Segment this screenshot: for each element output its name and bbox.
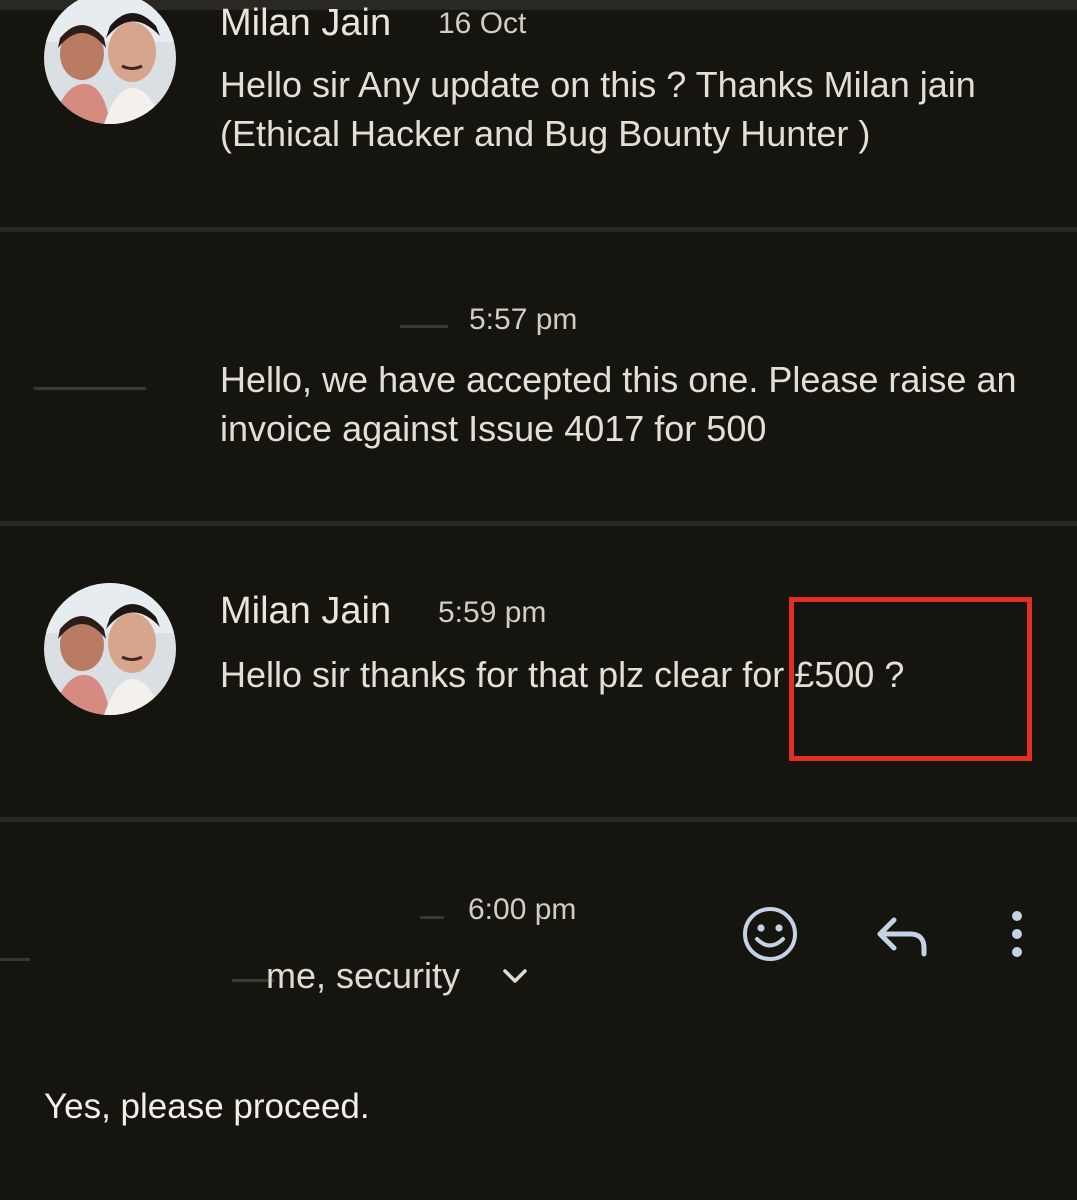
avatar[interactable]	[44, 0, 176, 124]
message-divider	[0, 227, 1077, 232]
message-time: 5:59 pm	[438, 596, 547, 629]
redacted-sender-name	[420, 916, 444, 919]
redacted-avatar	[0, 958, 30, 961]
sender-name: Milan Jain	[220, 590, 392, 632]
message-divider	[0, 817, 1077, 822]
message-time: 5:57 pm	[469, 303, 578, 336]
message-divider	[0, 521, 1077, 526]
more-options-icon[interactable]	[1004, 908, 1030, 965]
message-body: Yes, please proceed.	[44, 1087, 370, 1126]
sender-name: Milan Jain	[220, 2, 392, 44]
reply-icon[interactable]	[874, 912, 932, 965]
message-body: Hello sir Any update on this ? Thanks Mi…	[220, 64, 976, 154]
redacted-sender-name	[400, 325, 448, 328]
avatar[interactable]	[44, 583, 176, 715]
highlight-annotation-box	[789, 597, 1032, 761]
message-body: Hello, we have accepted this one. Please…	[220, 359, 1017, 449]
message-time: 6:00 pm	[468, 893, 577, 926]
top-edge	[0, 0, 1077, 10]
message-time: 16 Oct	[438, 7, 527, 40]
redacted-avatar	[34, 387, 146, 390]
emoji-react-icon[interactable]	[740, 904, 800, 969]
recipients-summary[interactable]: me, security	[266, 958, 460, 994]
chevron-down-icon[interactable]	[500, 965, 530, 994]
